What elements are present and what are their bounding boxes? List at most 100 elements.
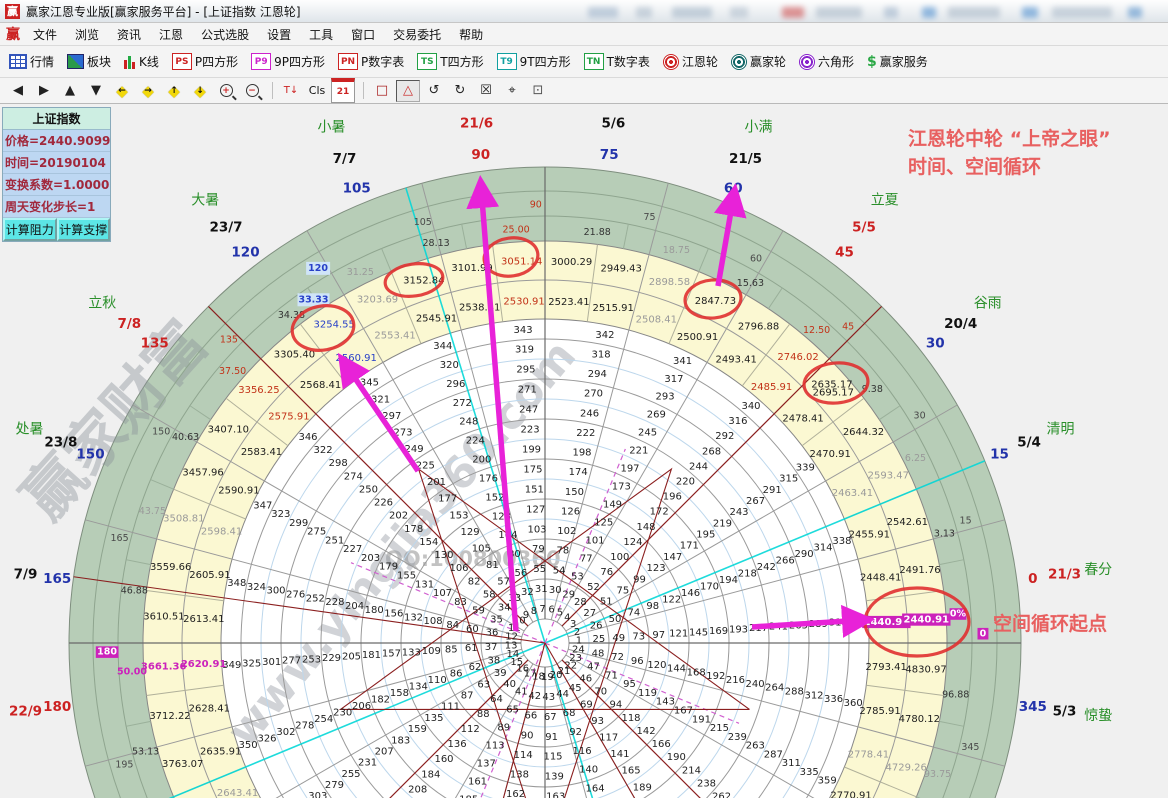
step-right-button[interactable]: ◆→ <box>136 80 160 102</box>
toolbar-button-T四方形[interactable]: TST四方形 <box>414 51 486 72</box>
svg-text:319: 319 <box>515 345 534 356</box>
toolbar-button-P四方形[interactable]: PSP四方形 <box>169 51 241 72</box>
zoom-out-button[interactable]: − <box>240 80 264 102</box>
toolbar-button-P数字表[interactable]: PNP数字表 <box>335 51 407 72</box>
svg-text:218: 218 <box>738 568 757 579</box>
svg-text:31: 31 <box>535 584 548 595</box>
svg-text:2478.41: 2478.41 <box>782 414 823 425</box>
rotate-right-button[interactable]: ▶ <box>32 80 56 102</box>
svg-text:15.63: 15.63 <box>737 278 764 289</box>
rotate-cw-button[interactable]: ↻ <box>448 80 472 102</box>
calc-support-button[interactable]: 计算支撑 <box>57 218 111 241</box>
step-left-button[interactable]: ◆← <box>110 80 134 102</box>
rotate-ccw-button[interactable]: ↺ <box>422 80 446 102</box>
svg-text:290: 290 <box>795 549 814 560</box>
toolbar-button-9P四方形[interactable]: P99P四方形 <box>248 51 328 72</box>
triangle-shape-button[interactable]: △ <box>396 80 420 102</box>
svg-text:2568.41: 2568.41 <box>300 380 341 391</box>
svg-text:301: 301 <box>262 657 281 668</box>
menu-item-3[interactable]: 资讯 <box>108 26 150 44</box>
svg-text:315: 315 <box>779 474 798 485</box>
svg-text:2613.41: 2613.41 <box>183 614 224 625</box>
svg-text:21.88: 21.88 <box>584 227 611 238</box>
svg-text:291: 291 <box>763 485 782 496</box>
menu-item-7[interactable]: 工具 <box>300 26 342 44</box>
toolbar-button-T数字表[interactable]: TNT数字表 <box>581 51 653 72</box>
toolbar-button-行情[interactable]: 行情 <box>6 51 57 72</box>
menu-item-9[interactable]: 交易委托 <box>384 26 450 44</box>
flip-up-button[interactable]: ▲ <box>58 80 82 102</box>
t-number-table-icon: TN <box>584 53 604 70</box>
svg-text:197: 197 <box>620 464 639 475</box>
step-up-button[interactable]: ◆↑ <box>162 80 186 102</box>
svg-text:275: 275 <box>307 527 326 538</box>
svg-text:266: 266 <box>776 555 795 566</box>
step-down-button[interactable]: ◆↓ <box>188 80 212 102</box>
svg-text:88: 88 <box>477 709 490 720</box>
svg-text:134: 134 <box>409 682 428 693</box>
svg-text:3712.22: 3712.22 <box>149 711 190 722</box>
svg-text:336: 336 <box>824 694 843 705</box>
center-target-button[interactable]: ⌖ <box>500 80 524 102</box>
toolbar-button-江恩轮[interactable]: 江恩轮 <box>660 51 721 72</box>
zoom-in-button[interactable]: + <box>214 80 238 102</box>
toolbar-button-六角形[interactable]: 六角形 <box>796 51 857 72</box>
svg-text:46.88: 46.88 <box>121 585 148 596</box>
svg-text:102: 102 <box>557 526 576 537</box>
calc-resistance-button[interactable]: 计算阻力 <box>3 218 57 241</box>
drawing-toolbar: ◀ ▶▲▼◆←◆→◆↑◆↓+− T↓ Cls21 □△↺↻☒⌖⊡ <box>0 78 1168 104</box>
toolbar-button-9T四方形[interactable]: T99T四方形 <box>494 51 574 72</box>
toolbar-button-板块[interactable]: 板块 <box>64 51 114 72</box>
toolbar-button-赢家服务[interactable]: $赢家服务 <box>864 51 931 72</box>
svg-text:22/9: 22/9 <box>9 703 42 719</box>
svg-text:0%: 0% <box>950 609 967 620</box>
svg-text:190: 190 <box>667 752 686 763</box>
scale-tool-button[interactable]: T↓ <box>279 80 303 102</box>
calendar-button[interactable]: 21 <box>331 78 355 103</box>
menu-item-2[interactable]: 浏览 <box>66 26 108 44</box>
svg-text:3559.66: 3559.66 <box>150 562 191 573</box>
svg-text:229: 229 <box>322 653 341 664</box>
screen-button[interactable]: ⊡ <box>526 80 550 102</box>
flip-down-button[interactable]: ▼ <box>84 80 108 102</box>
scale-tool-button-icon: T↓ <box>284 85 299 96</box>
menu-item-10[interactable]: 帮助 <box>450 26 492 44</box>
svg-text:178: 178 <box>404 524 423 535</box>
svg-text:120: 120 <box>231 245 259 261</box>
arrow-overlay-icon: ↓ <box>196 86 204 96</box>
svg-text:2553.41: 2553.41 <box>374 331 415 342</box>
rotate-left-button[interactable]: ◀ <box>6 80 30 102</box>
svg-text:173: 173 <box>612 482 631 493</box>
gann-wheel-canvas: QQ:100800360www.yingjia360.com赢家财富123456… <box>0 104 1168 798</box>
cls-button[interactable]: Cls <box>305 80 329 102</box>
menu-item-4[interactable]: 江恩 <box>150 26 192 44</box>
svg-text:247: 247 <box>519 405 538 416</box>
menu-item-1[interactable]: 文件 <box>24 26 66 44</box>
svg-text:196: 196 <box>663 492 682 503</box>
svg-text:167: 167 <box>674 706 693 717</box>
rotate-left-button-icon: ◀ <box>13 83 23 98</box>
svg-text:76: 76 <box>600 567 613 578</box>
svg-text:21/5: 21/5 <box>729 151 762 167</box>
box-x-button[interactable]: ☒ <box>474 80 498 102</box>
menu-item-8[interactable]: 窗口 <box>342 26 384 44</box>
svg-text:108: 108 <box>424 616 443 627</box>
svg-text:62: 62 <box>469 662 482 673</box>
svg-text:268: 268 <box>702 446 721 457</box>
svg-text:2785.91: 2785.91 <box>859 706 900 717</box>
svg-text:171: 171 <box>680 541 699 552</box>
toolbar-button-K线[interactable]: K线 <box>121 51 162 72</box>
menu-item-6[interactable]: 设置 <box>258 26 300 44</box>
svg-text:52: 52 <box>587 582 600 593</box>
toolbar-button-赢家轮[interactable]: 赢家轮 <box>728 51 789 72</box>
svg-text:70: 70 <box>594 687 607 698</box>
svg-text:141: 141 <box>610 749 629 760</box>
square-shape-button[interactable]: □ <box>370 80 394 102</box>
svg-text:135: 135 <box>141 336 169 352</box>
annotation-title-line2: 时间、空间循环 <box>908 152 1041 179</box>
svg-text:3407.10: 3407.10 <box>208 424 249 435</box>
svg-text:181: 181 <box>362 650 381 661</box>
menu-item-5[interactable]: 公式选股 <box>192 26 258 44</box>
svg-text:3000.29: 3000.29 <box>551 257 592 268</box>
svg-text:106: 106 <box>449 563 468 574</box>
